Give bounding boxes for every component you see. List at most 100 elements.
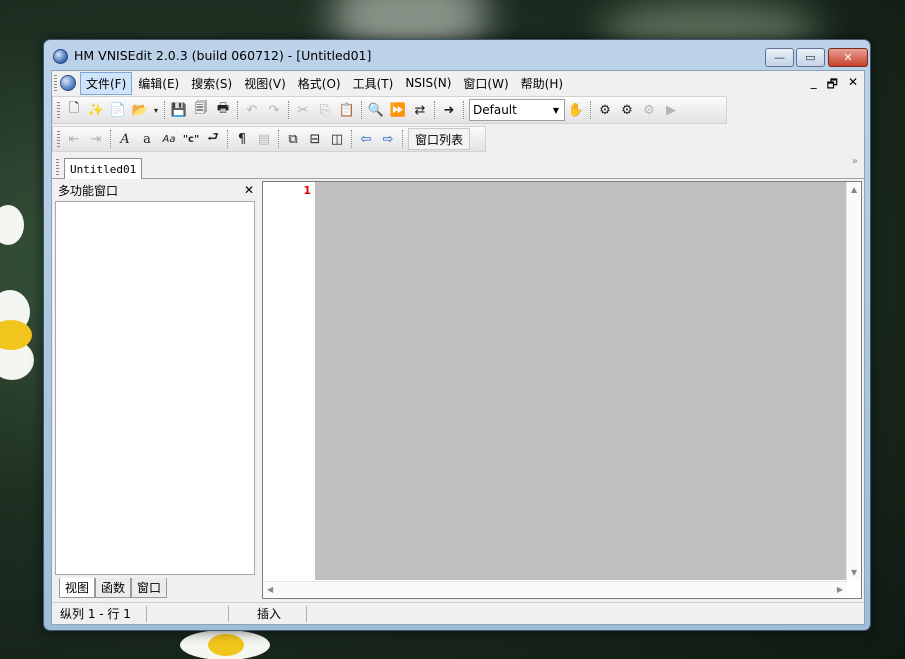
mdi-close-button[interactable]: ✕ <box>848 75 858 96</box>
panel-close-icon[interactable]: ✕ <box>244 183 254 197</box>
copy-icon[interactable]: ⎘ <box>314 99 336 121</box>
panel-title: 多功能窗口 <box>58 183 119 198</box>
menu-edit[interactable]: 编辑(E) <box>132 72 185 95</box>
mdi-minimize-button[interactable]: _ <box>811 75 817 96</box>
insert-mode: 插入 <box>229 605 307 622</box>
new-file-icon[interactable]: 🗋 <box>63 99 85 121</box>
compiler-profile-select[interactable]: Default ▼ <box>469 99 565 121</box>
uppercase-icon[interactable]: A <box>114 128 136 150</box>
vertical-scrollbar[interactable]: ▲ ▼ <box>846 182 861 580</box>
toggle-view-icon[interactable]: ▤ <box>253 128 275 150</box>
save-all-icon[interactable]: 🗐 <box>190 99 212 121</box>
cascade-icon[interactable]: ⧉ <box>282 128 304 150</box>
tabstrip-grip[interactable] <box>56 159 59 175</box>
save-icon[interactable]: 💾 <box>168 99 190 121</box>
toolbar-separator <box>463 101 464 119</box>
outdent-icon[interactable]: ⇤ <box>63 128 85 150</box>
tile-horizontal-icon[interactable]: ⊟ <box>304 128 326 150</box>
find-icon[interactable]: 🔍 <box>365 99 387 121</box>
toolbar-separator <box>278 130 279 148</box>
scroll-down-icon[interactable]: ▼ <box>851 568 857 577</box>
tab-view[interactable]: 视图 <box>59 578 96 598</box>
mdi-controls: _ 🗗 ✕ <box>811 75 858 96</box>
redo-icon[interactable]: ↷ <box>263 99 285 121</box>
open-dropdown-icon[interactable]: ▾ <box>151 99 161 121</box>
print-icon[interactable]: 🖶 <box>212 99 234 121</box>
scroll-up-icon[interactable]: ▲ <box>851 185 857 194</box>
toolbar-separator <box>237 101 238 119</box>
toolbar-separator <box>434 101 435 119</box>
format-toolbar: ⇤ ⇥ A a Aa "c" ⮐ ¶ ▤ ⧉ ⊟ ◫ ⇦ ⇨ 窗口列表 <box>52 126 486 152</box>
forward-arrow-icon[interactable]: ⇨ <box>377 128 399 150</box>
menu-help[interactable]: 帮助(H) <box>515 72 569 95</box>
toolbar-grip[interactable] <box>57 102 60 118</box>
find-next-icon[interactable]: ⏩ <box>387 99 409 121</box>
menu-search[interactable]: 搜索(S) <box>185 72 238 95</box>
editor-text-area[interactable] <box>315 182 847 580</box>
daisy-small <box>0 205 24 245</box>
undo-icon[interactable]: ↶ <box>241 99 263 121</box>
scroll-left-icon[interactable]: ◀ <box>267 585 273 594</box>
menu-format[interactable]: 格式(O) <box>292 72 347 95</box>
menu-view[interactable]: 视图(V) <box>238 72 292 95</box>
toggle-case-icon[interactable]: Aa <box>158 128 180 150</box>
goto-line-icon[interactable]: ➜ <box>438 99 460 121</box>
menubar-grip[interactable] <box>54 75 57 91</box>
edit-profile-icon[interactable]: ✋ <box>565 99 587 121</box>
multi-function-panel: 多功能窗口 ✕ 视图 函数 窗口 <box>54 181 258 601</box>
maximize-button[interactable]: ▭ <box>796 48 825 67</box>
chevron-more-icon[interactable]: » <box>852 156 858 167</box>
paste-icon[interactable]: 📋 <box>336 99 358 121</box>
toolbar-separator <box>110 130 111 148</box>
indent-icon[interactable]: ⇥ <box>85 128 107 150</box>
menu-nsis[interactable]: NSIS(N) <box>399 73 457 93</box>
pilcrow-icon[interactable]: ¶ <box>231 128 253 150</box>
menu-tools[interactable]: 工具(T) <box>347 72 400 95</box>
panel-header: 多功能窗口 ✕ <box>54 181 258 199</box>
menu-bar: 文件(F) 编辑(E) 搜索(S) 视图(V) 格式(O) 工具(T) NSIS… <box>52 71 864 95</box>
toolbar-separator <box>402 130 403 148</box>
compile-icon[interactable]: ⚙ <box>594 99 616 121</box>
word-wrap-icon[interactable]: ⮐ <box>202 128 224 150</box>
document-globe-icon[interactable] <box>60 75 76 91</box>
lowercase-icon[interactable]: a <box>136 128 158 150</box>
tile-vertical-icon[interactable]: ◫ <box>326 128 348 150</box>
toolbar-separator <box>288 101 289 119</box>
title-bar[interactable]: HM VNISEdit 2.0.3 (build 060712) - [Unti… <box>44 40 870 70</box>
toolbar-separator <box>361 101 362 119</box>
menu-file[interactable]: 文件(F) <box>80 71 133 95</box>
horizontal-scrollbar[interactable]: ◀ ▶ <box>263 581 847 598</box>
chevron-down-icon[interactable]: ▼ <box>549 101 563 119</box>
open-folder-icon[interactable]: 📂 <box>129 99 151 121</box>
play-icon[interactable]: ▶ <box>660 99 682 121</box>
status-empty-cell <box>147 605 229 622</box>
cut-icon[interactable]: ✂ <box>292 99 314 121</box>
document-tabstrip: Untitled01 » <box>52 155 864 179</box>
mdi-restore-button[interactable]: 🗗 <box>827 75 838 96</box>
wizard-icon[interactable]: ✨ <box>85 99 107 121</box>
close-button[interactable]: ✕ <box>828 48 868 67</box>
tab-windows[interactable]: 窗口 <box>131 578 168 598</box>
run-installer-icon[interactable]: ⚙ <box>638 99 660 121</box>
compile-run-icon[interactable]: ⚙ <box>616 99 638 121</box>
compiler-profile-value: Default <box>473 103 517 117</box>
panel-tabs: 视图 函数 窗口 <box>59 578 168 598</box>
tab-untitled01[interactable]: Untitled01 <box>64 158 143 179</box>
template-icon[interactable]: 📄 <box>107 99 129 121</box>
app-window: HM VNISEdit 2.0.3 (build 060712) - [Unti… <box>43 39 871 631</box>
client-area: 文件(F) 编辑(E) 搜索(S) 视图(V) 格式(O) 工具(T) NSIS… <box>51 70 865 625</box>
code-editor: 1 ▲ ▼ ◀ ▶ <box>262 181 862 599</box>
status-bar: 纵列 1 - 行 1 插入 <box>52 602 864 624</box>
tab-functions[interactable]: 函数 <box>95 578 132 598</box>
quote-icon[interactable]: "c" <box>180 128 202 150</box>
back-arrow-icon[interactable]: ⇦ <box>355 128 377 150</box>
scroll-right-icon[interactable]: ▶ <box>837 585 843 594</box>
minimize-button[interactable]: — <box>765 48 794 67</box>
cursor-position: 纵列 1 - 行 1 <box>52 605 147 622</box>
window-list-button[interactable]: 窗口列表 <box>408 128 471 150</box>
panel-content[interactable] <box>55 201 255 575</box>
menu-window[interactable]: 窗口(W) <box>457 72 514 95</box>
line-number-gutter: 1 <box>263 182 315 580</box>
find-replace-icon[interactable]: ⇄ <box>409 99 431 121</box>
toolbar-grip[interactable] <box>57 131 60 147</box>
